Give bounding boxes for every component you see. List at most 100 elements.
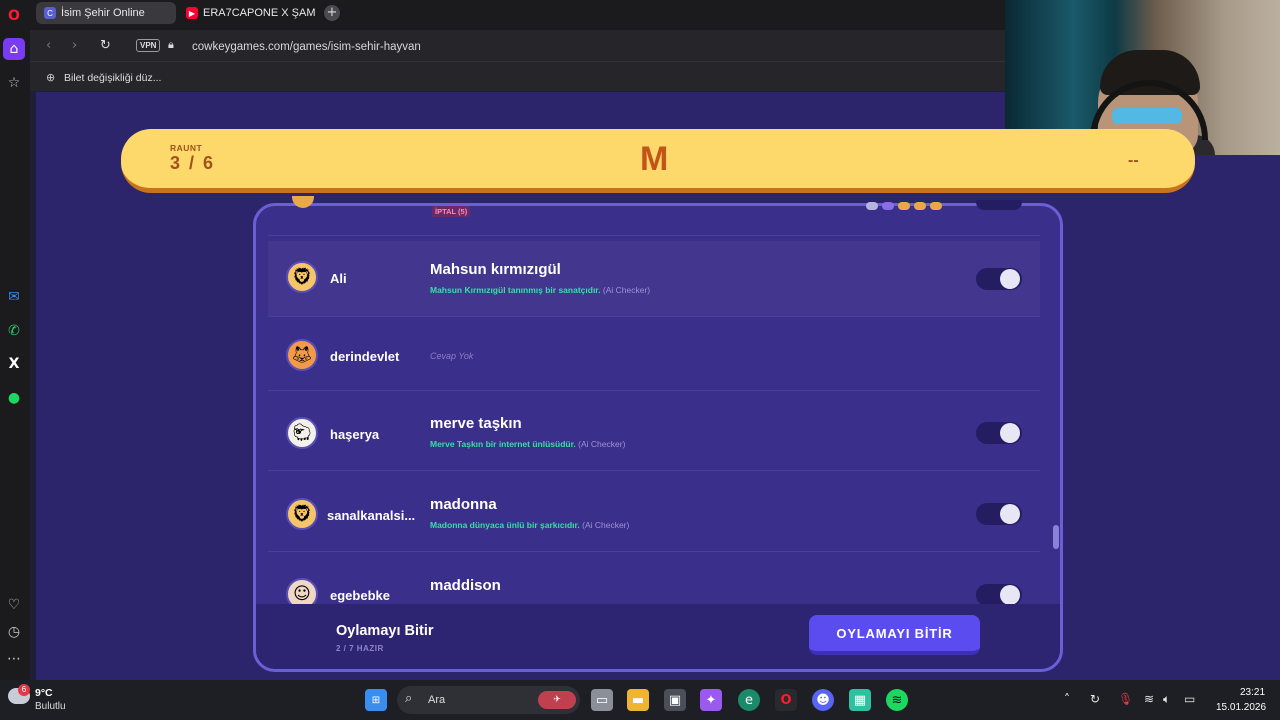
spotify-icon[interactable]: ● [3,387,25,409]
vote-toggle[interactable] [976,503,1022,525]
vote-icon [914,202,926,210]
opera-taskbar-icon[interactable]: O [775,689,797,711]
ready-count: 2 / 7 HAZIR [336,644,384,653]
file-explorer-icon[interactable]: ▬ [627,689,649,711]
tab-label: ERA7CAPONE X ŞAM - BA [203,7,318,19]
bookmark-item[interactable]: Bilet değişikliği düz... [64,72,161,84]
player-row: 🦁︎ sanalkanalsi... madonna Madonna dünya… [268,471,1040,552]
player-name: Ali [330,271,347,286]
timer: -- [1128,152,1139,169]
wifi-icon[interactable]: ≋ [1144,692,1154,706]
ai-check-message: Madonna dünyaca ünlü bir şarkıcıdır. [430,520,580,530]
task-view-icon[interactable]: ▭ [591,689,613,711]
fox-avatar-icon: 🦊︎ [286,339,318,371]
spotify-taskbar-icon[interactable]: ≋ [886,689,908,711]
answer-text: madonna [430,496,497,513]
vote-icon [882,202,894,210]
microphone-icon[interactable]: 🎙︎ [1118,692,1133,706]
answer-text: maddison [430,577,501,594]
previous-row [268,196,1040,236]
lion-avatar-icon: 🦁︎ [286,498,318,530]
lion-avatar-icon: 🦁︎ [286,261,318,293]
search-highlight-icon[interactable]: ✈ [538,691,576,709]
toggle-knob [1000,269,1020,289]
weather-condition[interactable]: Bulutlu [35,701,66,712]
footer-title: Oylamayı Bitir [336,623,434,639]
ai-check-text: Madonna dünyaca ünlü bir şarkıcıdır. (Ai… [430,520,629,530]
player-row: ☺ egebebke maddison [268,552,1040,604]
tab-youtube[interactable]: ▶ ERA7CAPONE X ŞAM - BA [178,2,318,24]
tab-label: İsim Şehir Online [61,7,145,19]
history-icon[interactable]: ◷ [3,621,25,643]
vote-toggle[interactable] [976,200,1022,210]
cancel-badge: İPTAL (5) [432,206,471,217]
sync-icon[interactable]: ↻ [1090,692,1100,706]
ai-check-tag: (Ai Checker) [578,439,626,449]
ai-check-text: Merve Taşkın bir internet ünlüsüdür. (Ai… [430,439,625,449]
vote-toggle[interactable] [976,268,1022,290]
opera-sidebar: O ⌂ ☆ ✉ ✆ X ● ♡ ◷ ⋯ [0,0,30,680]
vote-icon [866,202,878,210]
notification-badge: 6 [18,684,30,696]
messenger-icon[interactable]: ✉ [3,286,25,308]
whatsapp-icon[interactable]: ✆ [3,320,25,342]
star-icon[interactable]: ☆ [3,72,25,94]
store-icon[interactable]: ▣ [664,689,686,711]
home-icon[interactable]: ⌂ [3,38,25,60]
player-row: 🐑︎ haşerya merve taşkın Merve Taşkın bir… [268,391,1040,471]
vpn-badge[interactable]: VPN [136,39,161,52]
edge-icon[interactable]: e [738,689,760,711]
reload-icon[interactable]: ↻ [100,38,111,53]
vote-icon [898,202,910,210]
toggle-knob [1000,585,1020,604]
toggle-knob [1000,504,1020,524]
url-box[interactable]: ‹ › ↻ VPN 🔒︎ cowkeygames.com/games/isim-… [38,32,1005,59]
volume-icon[interactable]: 🔈︎ [1163,692,1170,707]
bookmarks-bar: ⊕ Bilet değişikliği düz... [30,61,1005,91]
end-voting-button[interactable]: OYLAMAYI BİTİR [809,615,980,655]
search-placeholder: Ara [428,694,446,706]
person-avatar-icon: ☺ [286,578,318,604]
ai-check-text: Mahsun Kırmızıgül tanınmış bir sanatçıdı… [430,285,650,295]
lock-icon[interactable]: 🔒︎ [168,38,174,52]
clock-date[interactable]: 15.01.2026 [1216,702,1266,713]
tab-isim-sehir[interactable]: C İsim Şehir Online [36,2,176,24]
player-row: 🦊︎ derindevlet Cevap Yok [268,317,1040,391]
vote-toggle[interactable] [976,422,1022,444]
address-bar: ‹ › ↻ VPN 🔒︎ cowkeygames.com/games/isim-… [30,30,1005,61]
x-icon[interactable]: X [3,353,25,375]
clock-time[interactable]: 23:21 [1240,687,1265,698]
tab-bar: C İsim Şehir Online ▶ ERA7CAPONE X ŞAM -… [30,0,1005,30]
opera-logo-icon[interactable]: O [3,5,25,27]
heart-icon[interactable]: ♡ [3,594,25,616]
youtube-icon: ▶ [186,7,198,19]
copilot-icon[interactable]: ✦ [700,689,722,711]
discord-icon[interactable]: ☻ [812,689,834,711]
vote-icon [930,202,942,210]
player-row: 🦁︎ Ali Mahsun kırmızıgül Mahsun Kırmızıg… [268,241,1040,317]
app-icon[interactable]: ▦ [849,689,871,711]
chevron-up-icon[interactable]: ˄ [1064,692,1070,706]
sheep-avatar-icon: 🐑︎ [286,417,318,449]
ai-check-message: Mahsun Kırmızıgül tanınmış bir sanatçıdı… [430,285,601,295]
new-tab-icon[interactable]: + [324,5,340,21]
weather-temperature[interactable]: 9°C [35,687,53,699]
player-name: haşerya [330,427,380,442]
bookmark-globe-icon: ⊕ [46,71,56,84]
panel-scrollbar[interactable] [1053,525,1059,549]
windows-start-icon[interactable]: ⊞ [365,689,387,711]
answer-text: Mahsun kırmızıgül [430,261,561,278]
battery-icon[interactable]: ▭ [1184,692,1195,706]
more-icon[interactable]: ⋯ [3,648,25,670]
no-answer-text: Cevap Yok [430,351,474,361]
vote-toggle[interactable] [976,584,1022,604]
ai-check-tag: (Ai Checker) [582,520,630,530]
search-icon: ⌕ [405,691,413,706]
back-icon[interactable]: ‹ [46,38,51,53]
url-text[interactable]: cowkeygames.com/games/isim-sehir-hayvan [192,41,421,53]
player-name: sanalkanalsi... [327,508,416,523]
webcam-glasses [1112,108,1182,124]
answer-text: merve taşkın [430,415,522,432]
favicon-c-icon: C [44,7,56,19]
forward-icon[interactable]: › [72,38,77,53]
